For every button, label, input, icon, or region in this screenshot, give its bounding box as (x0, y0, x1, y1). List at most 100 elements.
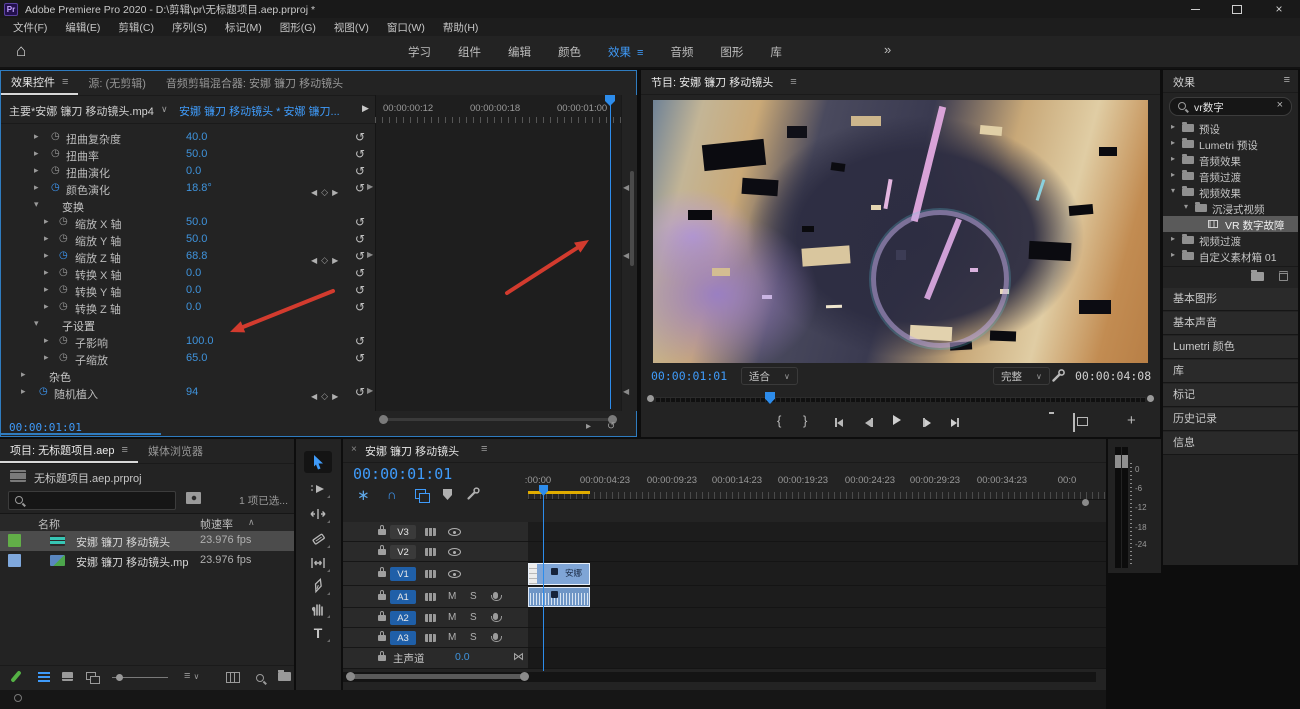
lock-icon[interactable] (378, 571, 386, 577)
reset-icon[interactable]: ↺ (355, 351, 365, 365)
step-back-button[interactable] (865, 414, 873, 432)
expand-icon[interactable]: ▸ (44, 335, 49, 346)
label-color-swatch[interactable] (8, 534, 21, 547)
ripple-edit-tool[interactable] (304, 503, 332, 525)
effect-row[interactable]: ▸◷扭曲演化0.0↺ (1, 163, 375, 180)
expand-icon[interactable]: ▸ (44, 352, 49, 363)
stopwatch-icon[interactable]: ◷ (51, 165, 60, 176)
effect-row[interactable]: ▸◷转换 X 轴0.0↺ (1, 265, 375, 282)
column-framerate[interactable]: 帧速率 (200, 516, 233, 532)
expand-icon[interactable]: ▸ (1171, 250, 1175, 259)
collapse-icon[interactable]: ▾ (34, 199, 39, 210)
zoom-slider-handle[interactable] (116, 674, 123, 681)
reset-icon[interactable]: ↺ (355, 130, 365, 144)
icon-view-button[interactable] (62, 672, 73, 681)
expand-icon[interactable]: ▸ (34, 182, 39, 193)
stopwatch-icon[interactable]: ◷ (59, 267, 68, 278)
reset-icon[interactable]: ↺ (355, 266, 365, 280)
track-content-V1[interactable] (528, 562, 1106, 586)
panel-header-基本图形[interactable]: 基本图形 (1163, 288, 1298, 311)
hand-tool[interactable] (304, 598, 332, 620)
lock-icon[interactable] (378, 635, 386, 641)
writable-indicator-icon[interactable] (10, 670, 21, 683)
panel-menu-icon[interactable]: ≡ (481, 443, 487, 455)
scrubber-left-handle[interactable] (647, 395, 654, 402)
expand-icon[interactable]: ▸ (21, 369, 26, 380)
panel-header-库[interactable]: 库 (1163, 360, 1298, 383)
stopwatch-icon[interactable]: ◷ (59, 301, 68, 312)
effects-search-input[interactable]: vr数字 × (1169, 97, 1292, 116)
maximize-button[interactable] (1216, 0, 1258, 18)
effect-row[interactable]: ▸◷子影响100.0↺ (1, 333, 375, 350)
new-bin-icon[interactable] (1251, 272, 1264, 281)
voiceover-mic-icon[interactable] (493, 633, 498, 640)
panel-header-历史记录[interactable]: 历史记录 (1163, 408, 1298, 431)
reset-icon[interactable]: ↺ (355, 215, 365, 229)
reset-icon[interactable]: ↺ (355, 300, 365, 314)
selection-tool[interactable] (304, 451, 332, 473)
expand-icon[interactable]: ▸ (1171, 122, 1175, 131)
property-value[interactable]: 68.8 (186, 250, 207, 262)
panel-header-标记[interactable]: 标记 (1163, 384, 1298, 407)
menu-item[interactable]: 视图(V) (325, 20, 378, 35)
workspace-tab-颜色[interactable]: 颜色 (558, 44, 581, 60)
automate-to-sequence-icon[interactable] (226, 672, 240, 683)
collapse-icon[interactable]: ▾ (1184, 202, 1188, 211)
stopwatch-icon[interactable]: ◷ (59, 284, 68, 295)
list-view-button[interactable] (38, 672, 50, 682)
mark-out-button[interactable]: } (803, 414, 807, 427)
linked-selection-icon[interactable] (415, 489, 426, 499)
expand-icon[interactable]: ▸ (21, 386, 26, 397)
voiceover-mic-icon[interactable] (493, 592, 498, 599)
voiceover-mic-icon[interactable] (493, 613, 498, 620)
scrubber-right-handle[interactable] (1147, 395, 1154, 402)
item-name[interactable]: 安娜 镰刀 移动镜头.mp (76, 554, 188, 570)
expand-icon[interactable]: ▸ (1171, 154, 1175, 163)
sync-lock-icon[interactable] (425, 528, 436, 536)
add-keyframe-icon[interactable]: ◇ (321, 391, 328, 401)
comparison-view-button[interactable] (1073, 414, 1075, 432)
add-keyframe-icon[interactable]: ◇ (321, 187, 328, 197)
panel-menu-icon[interactable]: ≡ (790, 76, 796, 88)
sync-lock-icon[interactable] (425, 548, 436, 556)
property-value[interactable]: 100.0 (186, 335, 214, 347)
stopwatch-icon[interactable]: ◷ (51, 131, 60, 142)
property-value[interactable]: 0.0 (186, 301, 201, 313)
fit-audio-icon[interactable]: ⋈ (513, 650, 524, 663)
expand-icon[interactable]: ▸ (44, 267, 49, 278)
play-audio-icon[interactable]: ▸ (586, 421, 591, 432)
effects-tree-item[interactable]: ▸自定义素材箱 01 (1163, 248, 1298, 264)
track-target-V3[interactable]: V3 (390, 525, 416, 539)
lock-icon[interactable] (378, 655, 386, 661)
audio-clip[interactable] (528, 587, 590, 607)
workspace-overflow-button[interactable]: » (884, 42, 891, 57)
menu-item[interactable]: 剪辑(C) (109, 20, 163, 35)
property-value[interactable]: 18.8° (186, 182, 212, 194)
track-content-A1[interactable] (528, 586, 1106, 608)
property-value[interactable]: 0.0 (186, 267, 201, 279)
mute-button[interactable]: M (448, 632, 456, 643)
workspace-tab-学习[interactable]: 学习 (408, 44, 431, 60)
expand-icon[interactable]: ▸ (44, 250, 49, 261)
mute-button[interactable]: M (448, 591, 456, 602)
track-visibility-icon[interactable] (448, 548, 461, 556)
track-visibility-icon[interactable] (448, 528, 461, 536)
workspace-tab-音频[interactable]: 音频 (670, 44, 693, 60)
solo-button[interactable]: S (470, 612, 477, 623)
stopwatch-icon[interactable]: ◷ (39, 386, 48, 397)
panel-menu-icon[interactable]: ≡ (637, 47, 643, 59)
zoom-handle-left[interactable] (346, 672, 355, 681)
track-content-A2[interactable] (528, 608, 1106, 628)
effects-panel-title[interactable]: 效果 (1173, 74, 1195, 90)
effect-row[interactable]: ▸◷缩放 Y 轴50.0↺ (1, 231, 375, 248)
go-to-out-button[interactable] (951, 414, 959, 432)
zoom-level-dropdown[interactable]: 适合∨ (741, 367, 798, 385)
label-color-swatch[interactable] (8, 554, 21, 567)
project-file-name[interactable]: 无标题项目.aep.prproj (34, 470, 142, 486)
project-item-row[interactable]: 安娜 镰刀 移动镜头.mp23.976 fps (0, 551, 294, 571)
reset-icon[interactable]: ↺ (355, 181, 365, 195)
effects-tree-item[interactable]: ▸Lumetri 预设 (1163, 136, 1298, 152)
expand-icon[interactable]: ▸ (34, 165, 39, 176)
effect-row[interactable]: ▾子设置 (1, 316, 375, 333)
property-value[interactable]: 50.0 (186, 233, 207, 245)
